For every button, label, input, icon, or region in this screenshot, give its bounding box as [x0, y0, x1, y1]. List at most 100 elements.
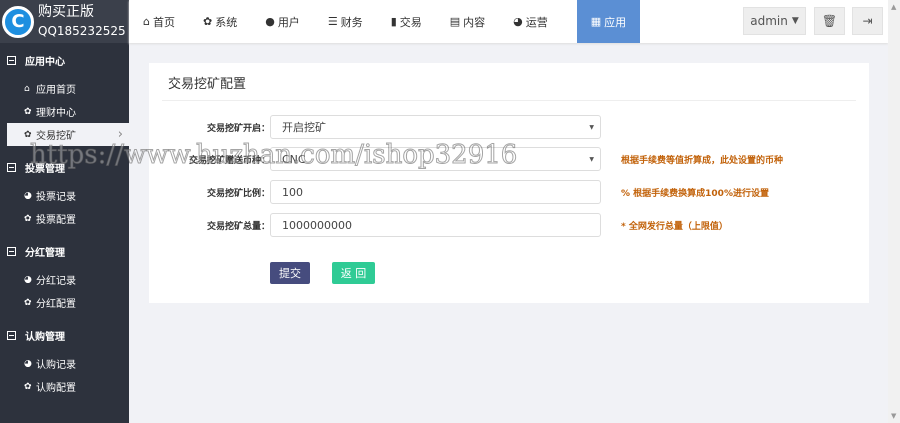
form-row: 交易挖矿开启： 开启挖矿 ▼	[149, 115, 869, 139]
field-label: 交易挖矿赠送币种：	[188, 155, 270, 166]
sidebar-item[interactable]: ✿ 分红配置	[0, 291, 129, 314]
field-value: 开启挖矿	[282, 121, 326, 134]
gear-icon: ✿	[24, 381, 32, 392]
list-icon: ☰	[327, 15, 338, 28]
nav-tab-label: 系统	[215, 15, 238, 29]
nav-tab[interactable]: ✿ 系统	[196, 0, 244, 43]
collapse-icon	[7, 246, 16, 256]
home-icon: ⌂	[143, 15, 150, 28]
nav-tab-label: 财务	[340, 15, 363, 29]
sidebar: C 购买正版 QQ185232525 应用中心 ⌂ 应用首页 ✿ 理财中心 ✿ 交易挖矿投票…	[0, 0, 129, 423]
field-hint: * 全网发行总量（上限值）	[621, 221, 728, 232]
brand: C 购买正版 QQ185232525	[0, 0, 129, 43]
logo-icon: C	[2, 5, 34, 38]
section-label: 投票管理	[25, 163, 65, 175]
sidebar-item[interactable]: ✿ 理财中心	[0, 100, 129, 123]
config-panel: 交易挖矿配置 交易挖矿开启： 开启挖矿 ▼ 交易挖矿赠送币种： CNC ▼ 根据手续…	[149, 63, 869, 303]
nav-tab-label: 用户	[277, 15, 300, 29]
sidebar-section[interactable]: 认购管理	[0, 318, 129, 352]
sidebar-item[interactable]: ⌂ 应用首页	[0, 77, 129, 100]
nav-tab[interactable]: ☰ 财务	[321, 0, 370, 43]
field-select[interactable]: 开启挖矿 ▼	[270, 115, 601, 139]
document-icon: ▤	[449, 15, 461, 28]
grid-icon: ▦	[590, 15, 602, 28]
section-label: 应用中心	[25, 56, 65, 68]
field-label: 交易挖矿比例：	[206, 188, 270, 199]
gear-icon: ✿	[24, 106, 32, 117]
field-value: CNC	[282, 152, 306, 166]
sidebar-item-label: 认购记录	[36, 360, 76, 371]
collapse-icon	[7, 162, 16, 172]
submit-button[interactable]: 提交	[270, 262, 310, 284]
nav-tab[interactable]: ▤ 内容	[443, 0, 492, 43]
logout-icon: ⇥	[862, 14, 873, 28]
field-select[interactable]: CNC ▼	[270, 147, 601, 171]
nav-tab-label: 运营	[525, 15, 548, 29]
trash-icon: 🗑	[821, 14, 838, 28]
globe-icon: ◕	[24, 274, 32, 285]
sidebar-section[interactable]: 应用中心	[0, 43, 129, 77]
nav-tab[interactable]: ◕ 运营	[506, 0, 555, 43]
sidebar-item-label: 投票记录	[36, 192, 76, 203]
sidebar-item-label: 应用首页	[36, 85, 76, 96]
scroll-down-icon[interactable]: ▼	[891, 412, 896, 420]
collapse-icon	[7, 55, 16, 65]
user-menu-button[interactable]: admin ▼	[743, 7, 806, 35]
brand-title: 购买正版	[38, 3, 94, 20]
sidebar-item[interactable]: ◕ 投票记录	[0, 184, 129, 207]
home-icon: ⌂	[24, 83, 30, 94]
form-row: 交易挖矿比例： 100 % 根据手续费换算成100%进行设置	[149, 180, 869, 204]
sidebar-item-label: 交易挖矿	[36, 131, 76, 142]
sidebar-item[interactable]: ◕ 分红记录	[0, 268, 129, 291]
nav-tab-label: 内容	[463, 15, 486, 29]
gear-icon: ✿	[202, 15, 213, 28]
nav-tab[interactable]: ● 用户	[258, 0, 307, 43]
sidebar-item[interactable]: ◕ 认购记录	[0, 352, 129, 375]
section-label: 分红管理	[25, 247, 65, 259]
nav-tab[interactable]: ▮ 交易	[384, 0, 429, 43]
username: admin	[750, 14, 788, 28]
field-value: 100	[282, 185, 303, 199]
field-value: 1000000000	[282, 218, 352, 232]
collapse-icon	[7, 330, 16, 340]
nav-tab[interactable]: ▦ 应用	[576, 0, 641, 43]
sidebar-item-label: 理财中心	[36, 108, 76, 119]
section-label: 认购管理	[25, 331, 65, 343]
field-input[interactable]: 1000000000	[270, 213, 601, 237]
field-label: 交易挖矿开启：	[206, 123, 270, 134]
dropdown-arrow-icon: ▼	[589, 155, 594, 163]
bar-chart-icon: ▮	[390, 15, 397, 28]
field-input[interactable]: 100	[270, 180, 601, 204]
logout-button[interactable]: ⇥	[852, 7, 883, 35]
top-navbar: ⌂ 首页 ✿ 系统 ● 用户 ☰ 财务 ▮ 交易 ▤ 内容 ◕ 运营 ▦ 应用 admin ▼ 🗑 ⇥	[129, 0, 888, 43]
sidebar-item[interactable]: ✿ 交易挖矿	[7, 123, 129, 146]
nav-tab-label: 首页	[152, 15, 175, 29]
scrollbar[interactable]: ▲ ▼	[888, 0, 900, 423]
form-row: 交易挖矿赠送币种： CNC ▼ 根据手续费等值折算成，此处设置的币种	[149, 147, 869, 171]
caret-down-icon: ▼	[791, 16, 799, 26]
dropdown-arrow-icon: ▼	[589, 123, 594, 131]
field-hint: 根据手续费等值折算成，此处设置的币种	[621, 155, 784, 166]
sidebar-section[interactable]: 投票管理	[0, 150, 129, 184]
user-icon: ●	[265, 15, 275, 28]
sidebar-section[interactable]: 分红管理	[0, 234, 129, 268]
sidebar-item-label: 分红配置	[36, 299, 76, 310]
clear-cache-button[interactable]: 🗑	[814, 7, 845, 35]
gear-icon: ✿	[24, 129, 32, 140]
scroll-up-icon[interactable]: ▲	[891, 3, 896, 11]
globe-icon: ◕	[24, 358, 32, 369]
form-row: 交易挖矿总量： 1000000000 * 全网发行总量（上限值）	[149, 213, 869, 237]
globe-icon: ◕	[513, 15, 523, 28]
nav-tab[interactable]: ⌂ 首页	[136, 0, 182, 43]
brand-qq: QQ185232525	[38, 23, 126, 38]
sidebar-item[interactable]: ✿ 投票配置	[0, 207, 129, 230]
gear-icon: ✿	[24, 297, 32, 308]
back-button[interactable]: 返 回	[332, 262, 375, 284]
gear-icon: ✿	[24, 213, 32, 224]
sidebar-item[interactable]: ✿ 认购配置	[0, 375, 129, 398]
field-label: 交易挖矿总量：	[206, 221, 270, 232]
sidebar-item-label: 投票配置	[36, 215, 76, 226]
nav-tab-label: 交易	[399, 15, 422, 29]
sidebar-item-label: 认购配置	[36, 383, 76, 394]
globe-icon: ◕	[24, 190, 32, 201]
